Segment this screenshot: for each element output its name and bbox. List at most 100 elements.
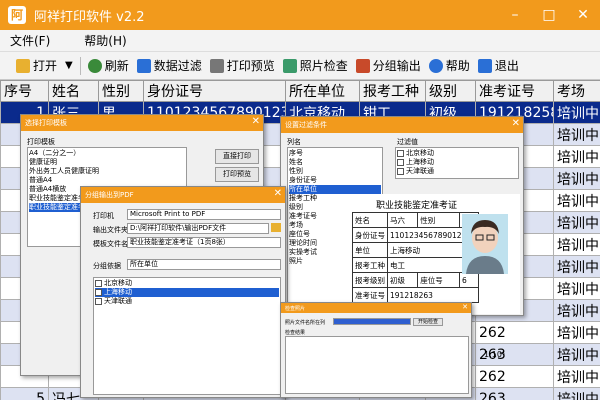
open-button[interactable]: 打开 [12,55,61,77]
print-preview-dialog-button[interactable]: 打印预览 [215,167,259,182]
dialog-title: 分组输出到PDF [85,191,134,199]
table-cell[interactable]: 培训中 [553,233,600,256]
column-header[interactable]: 级别 [425,80,476,102]
dialog-titlebar: 选择打印模板 ✕ [21,115,263,131]
printer-select[interactable]: Microsoft Print to PDF [127,209,281,220]
filter-values-list[interactable]: 北京移动 上海移动 天津联通 [395,147,519,179]
refresh-icon [87,58,102,73]
list-item[interactable]: 普通A4 [29,176,185,185]
dialog-titlebar: 检查照片 ✕ [281,303,471,313]
close-icon[interactable]: ✕ [252,116,260,127]
open-dropdown-button[interactable]: ▼ [61,55,77,77]
list-item[interactable]: 健康证明 [29,158,185,167]
folder-field[interactable]: D:\阿祥打印软件\输出PDF文件 [127,223,269,234]
minimize-button[interactable]: – [498,0,532,30]
table-cell[interactable]: 培训中 [553,299,600,322]
folder-browse-icon[interactable] [271,223,281,232]
refresh-button[interactable]: 刷新 [84,55,133,77]
list-item[interactable]: 姓名 [289,158,381,167]
checkbox[interactable] [95,279,102,287]
checkbox-label: 天津联通 [104,297,132,305]
table-cell[interactable]: 培训中 [553,365,600,388]
folder-label: 输出文件夹 [93,226,128,234]
table-cell[interactable]: 培训中 [553,189,600,212]
column-header[interactable]: 性别 [98,80,144,102]
cert-label: 座位号 [417,272,460,288]
checkbox[interactable] [397,167,404,175]
close-button[interactable]: ✕ [566,0,600,30]
checkbox[interactable] [397,149,404,157]
photo-column-select[interactable] [333,318,411,325]
checkbox[interactable] [95,297,102,305]
maximize-button[interactable]: □ [532,0,566,30]
menu-help[interactable]: 帮助(H) [84,32,126,49]
cert-value: 马六 [386,212,419,228]
table-cell[interactable]: 培训中 [553,123,600,146]
table-cell[interactable]: 培训中 [553,343,600,366]
table-cell[interactable]: 培训中 [553,211,600,234]
cert-label: 报考级别 [352,272,388,288]
group-by-select[interactable]: 所在单位 [127,259,281,270]
list-item[interactable]: 序号 [289,149,381,158]
checkbox-item[interactable]: 天津联通 [397,167,517,176]
menu-file[interactable]: 文件(F) [10,32,50,49]
table-cell[interactable]: 培训中 [553,321,600,344]
table-cell[interactable]: 培训中 [553,101,600,124]
help-button[interactable]: 帮助 [425,55,474,77]
checkbox-label: 上海移动 [406,158,434,166]
column-header[interactable]: 序号 [0,80,49,102]
group-values-list[interactable]: 北京移动 上海移动 天津联通 [93,277,281,395]
column-header[interactable]: 报考工种 [359,80,426,102]
checkbox-checked[interactable] [95,288,102,296]
group-by-label: 分组依据 [93,262,121,270]
filter-button[interactable]: 数据过滤 [133,55,206,77]
table-cell[interactable]: 263 [475,387,554,400]
portrait-icon [462,214,508,274]
table-cell[interactable]: 培训中 [553,145,600,168]
list-item[interactable]: A4（二分之一） [29,149,185,158]
column-header[interactable]: 身份证号 [143,80,286,102]
list-item[interactable]: 外出务工人员健康证明 [29,167,185,176]
column-header[interactable]: 姓名 [48,80,99,102]
list-item[interactable]: 身份证号 [289,176,381,185]
title-bar: 阿 阿祥打印软件 v2.2 – □ ✕ [0,0,600,30]
checkbox-item[interactable]: 北京移动 [95,279,279,288]
close-icon[interactable]: ✕ [274,188,282,199]
column-header[interactable]: 所在单位 [285,80,360,102]
cert-value: 6 [458,272,479,288]
table-cell[interactable]: 培训中 [553,167,600,190]
list-item[interactable]: 所在单位 [289,185,381,194]
direct-print-button[interactable]: 直接打印 [215,149,259,164]
table-cell[interactable]: 培训中 [553,387,600,400]
checkbox[interactable] [397,158,404,166]
printer-icon [209,58,224,73]
group-export-button[interactable]: 分组输出 [352,55,425,77]
print-preview-button[interactable]: 打印预览 [206,55,279,77]
list-item[interactable]: 性别 [289,167,381,176]
checkbox-item[interactable]: 北京移动 [397,149,517,158]
exit-button[interactable]: 退出 [474,55,523,77]
table-cell[interactable]: 262 [475,321,554,344]
column-header[interactable]: 考场 [553,80,600,102]
close-icon[interactable]: ✕ [462,303,468,311]
template-select[interactable]: 职业技能鉴定准考证（1页8张） [127,237,281,248]
close-icon[interactable]: ✕ [512,118,520,129]
app-icon: 阿 [8,6,26,24]
table-cell[interactable]: 培训中 [553,277,600,300]
start-check-button[interactable]: 开始检查 [413,318,443,326]
menu-bar: 文件(F) 帮助(H) [0,30,600,52]
photo-icon [282,58,297,73]
checkbox-item-selected[interactable]: 上海移动 [95,288,279,297]
folder-open-icon [16,58,30,73]
group-export-label: 分组输出 [372,59,421,73]
column-header[interactable]: 准考证号 [475,80,554,102]
chevron-down-icon: ▼ [65,60,73,71]
checkbox-item[interactable]: 上海移动 [397,158,517,167]
exit-label: 退出 [494,59,519,73]
table-cell[interactable]: 培训中 [553,255,600,278]
checkbox-item[interactable]: 天津联通 [95,297,279,306]
table-cell[interactable]: 5 [0,387,49,400]
table-cell[interactable]: 262 [475,365,554,388]
cert-label: 性别 [417,212,460,228]
photo-check-button[interactable]: 照片检查 [279,55,352,77]
